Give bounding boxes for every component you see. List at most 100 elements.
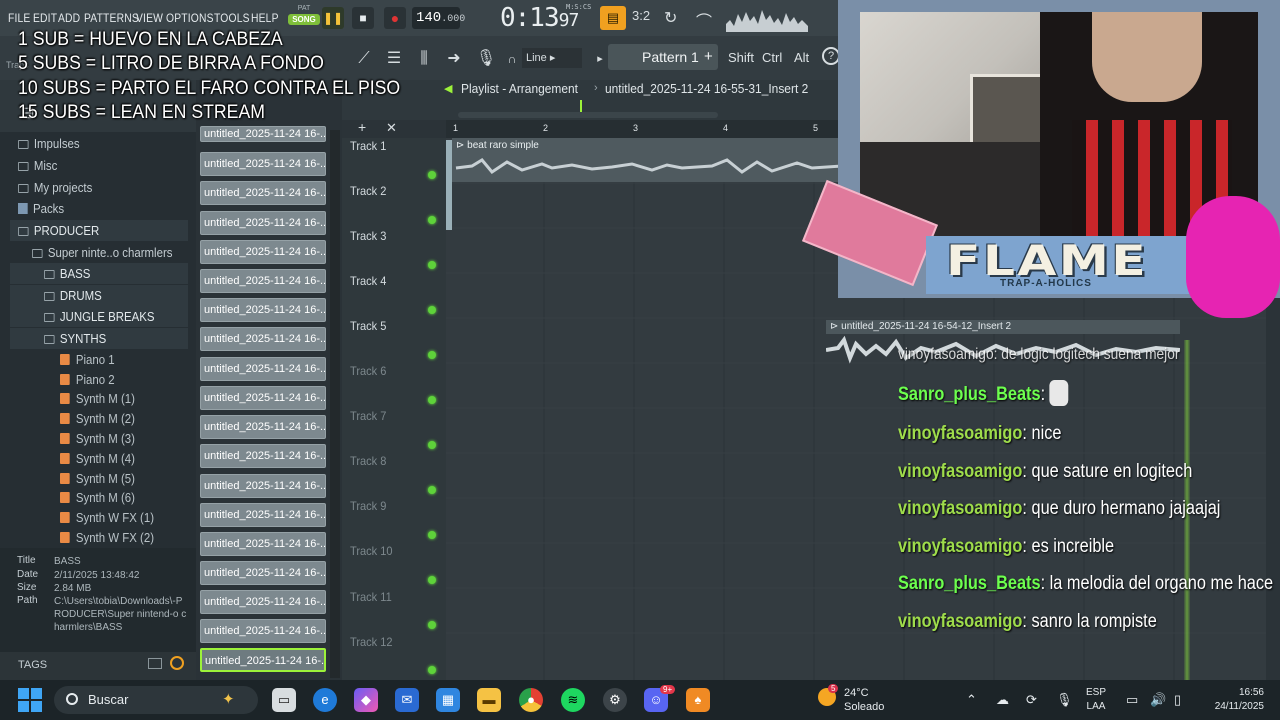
- tree-item-producer[interactable]: PRODUCER: [18, 223, 99, 243]
- clip-item[interactable]: untitled_2025-11-24 16-...: [200, 211, 326, 235]
- clip-item[interactable]: untitled_2025-11-24 16-...: [200, 327, 326, 351]
- typing-keyboard-icon[interactable]: ▤: [600, 6, 626, 30]
- clip-item[interactable]: untitled_2025-11-24 16-...: [200, 240, 326, 264]
- track-enable-led[interactable]: [428, 666, 436, 674]
- snap-select[interactable]: Line ▸: [522, 48, 582, 68]
- track-label[interactable]: Track 12: [350, 635, 393, 649]
- clip-item[interactable]: untitled_2025-11-24 16-...: [200, 152, 326, 176]
- mixer-icon[interactable]: ⫼: [412, 47, 436, 71]
- add-track-icon[interactable]: +: [358, 119, 366, 135]
- menu-view[interactable]: VIEW: [136, 11, 163, 25]
- tree-item-file[interactable]: Synth M (1): [60, 391, 135, 411]
- clip-item[interactable]: untitled_2025-11-24 16-...: [200, 298, 326, 322]
- tree-item-misc[interactable]: Misc: [18, 158, 57, 178]
- network-icon[interactable]: ▭: [1126, 692, 1138, 708]
- track-label[interactable]: Track 6: [350, 364, 386, 378]
- metronome-icon[interactable]: ⌒: [696, 8, 712, 32]
- tree-item-drums[interactable]: DRUMS: [44, 288, 102, 308]
- tree-item-file[interactable]: Piano 1: [60, 352, 115, 372]
- clip-item[interactable]: untitled_2025-11-24 16-...: [200, 357, 326, 381]
- track-label[interactable]: Track 8: [350, 454, 386, 468]
- menu-tools[interactable]: TOOLS: [214, 11, 250, 25]
- fl-studio-icon[interactable]: ♠: [686, 688, 710, 712]
- clip-list-scrollbar[interactable]: [330, 130, 340, 678]
- track-enable-led[interactable]: [428, 576, 436, 584]
- chrome-icon[interactable]: ●: [519, 688, 543, 712]
- tree-item-super-nintendo-charmlers[interactable]: Super ninte..o charmlers: [32, 245, 172, 265]
- track-enable-led[interactable]: [428, 171, 436, 179]
- clip-item[interactable]: untitled_2025-11-24 16-...: [200, 386, 326, 410]
- edge-icon[interactable]: e: [313, 688, 337, 712]
- menu-patterns[interactable]: PATTERNS: [84, 11, 139, 25]
- shift-key[interactable]: Shift: [728, 50, 754, 65]
- task-view-icon[interactable]: ▭: [272, 688, 296, 712]
- tree-item-file[interactable]: Piano 2: [60, 372, 115, 392]
- language-indicator[interactable]: ESP LAA: [1086, 686, 1106, 714]
- track-label[interactable]: Track 10: [350, 544, 393, 558]
- record-button[interactable]: ●: [384, 7, 406, 29]
- clip-item[interactable]: untitled_2025-11-24 16-...: [200, 532, 326, 556]
- onedrive-icon[interactable]: ☁: [996, 692, 1009, 708]
- time-display[interactable]: 0:1397 M:S:CS: [500, 3, 591, 33]
- clip-item[interactable]: untitled_2025-11-24 16-...: [200, 474, 326, 498]
- track-label[interactable]: Track 11: [350, 590, 392, 604]
- track-selector-strip[interactable]: [446, 140, 452, 230]
- track-enable-led[interactable]: [428, 261, 436, 269]
- tree-item-impulses[interactable]: Impulses: [18, 136, 80, 156]
- spotify-icon[interactable]: ≋: [561, 688, 585, 712]
- clip-item[interactable]: untitled_2025-11-24 16-...: [200, 269, 326, 293]
- stop-button[interactable]: ■: [352, 7, 374, 29]
- store-icon[interactable]: ▦: [436, 688, 460, 712]
- menu-edit[interactable]: EDIT: [33, 11, 57, 25]
- track-label[interactable]: Track 4: [350, 274, 386, 288]
- close-icon[interactable]: ✕: [386, 120, 397, 136]
- menu-add[interactable]: ADD: [58, 11, 80, 25]
- outlook-icon[interactable]: ✉: [395, 688, 419, 712]
- track-label[interactable]: Track 5: [350, 319, 386, 333]
- playlist-pattern-name[interactable]: untitled_2025-11-24 16-55-31_Insert 2: [605, 81, 808, 96]
- track-enable-led[interactable]: [428, 306, 436, 314]
- clip-item-selected[interactable]: untitled_2025-11-24 16-...: [200, 648, 326, 672]
- tree-item-file[interactable]: Synth M (6): [60, 490, 135, 510]
- track-label[interactable]: Track 3: [350, 229, 386, 243]
- taskbar-search[interactable]: Buscar ✦: [54, 686, 258, 714]
- chevron-up-icon[interactable]: ⌃: [966, 692, 977, 708]
- tree-item-file[interactable]: Synth M (2): [60, 411, 135, 431]
- track-label[interactable]: Track 9: [350, 499, 386, 513]
- sync-icon[interactable]: ⟳: [1026, 692, 1037, 708]
- track-enable-led[interactable]: [428, 486, 436, 494]
- clock-widget[interactable]: 16:56 24/11/2025: [1198, 686, 1264, 714]
- tree-item-my-projects[interactable]: My projects: [18, 180, 92, 200]
- track-label[interactable]: Track 7: [350, 409, 386, 423]
- timeline-ruler[interactable]: [446, 120, 840, 138]
- clip-item[interactable]: untitled_2025-11-24 16-...: [200, 126, 326, 142]
- tree-item-file[interactable]: Synth M (3): [60, 431, 135, 451]
- track-enable-led[interactable]: [428, 621, 436, 629]
- clip-item[interactable]: untitled_2025-11-24 16-...: [200, 619, 326, 643]
- track-enable-led[interactable]: [428, 531, 436, 539]
- tree-item-file[interactable]: Synth M (4): [60, 451, 135, 471]
- tree-item-file[interactable]: Synth M (5): [60, 471, 135, 491]
- clip-item[interactable]: untitled_2025-11-24 16-...: [200, 590, 326, 614]
- weather-widget[interactable]: 24°C Soleado: [844, 686, 884, 714]
- pattern-selector[interactable]: Pattern 1 +: [608, 44, 718, 70]
- microphone-tray-icon[interactable]: 🎙: [1056, 692, 1073, 708]
- tree-item-file[interactable]: Synth W FX (2): [60, 530, 154, 550]
- pat-song-toggle[interactable]: PAT SONG: [288, 5, 320, 31]
- settings-app-icon[interactable]: ⚙: [603, 688, 627, 712]
- file-explorer-icon[interactable]: ▬: [477, 688, 501, 712]
- clip-item[interactable]: untitled_2025-11-24 16-...: [200, 181, 326, 205]
- copilot-icon[interactable]: ◆: [354, 688, 378, 712]
- alt-key[interactable]: Alt: [794, 50, 809, 65]
- menu-help[interactable]: HELP: [251, 11, 279, 25]
- clip-item[interactable]: untitled_2025-11-24 16-...: [200, 561, 326, 585]
- track-enable-led[interactable]: [428, 441, 436, 449]
- step-edit-icon[interactable]: 3:2: [632, 8, 650, 23]
- tempo-display[interactable]: 140.000: [412, 7, 465, 29]
- add-pattern-icon[interactable]: +: [704, 48, 713, 65]
- volume-icon[interactable]: 🔊: [1150, 692, 1166, 708]
- track-enable-led[interactable]: [428, 396, 436, 404]
- tree-item-bass[interactable]: BASS: [44, 266, 90, 286]
- playlist-horizontal-scrollbar[interactable]: [458, 112, 718, 118]
- search-icon[interactable]: [170, 656, 184, 670]
